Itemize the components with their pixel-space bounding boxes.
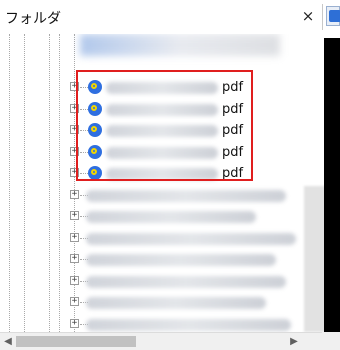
tree-guide-line xyxy=(49,34,50,332)
plus-box-icon[interactable]: + xyxy=(70,318,79,328)
panel-title: フォルダ xyxy=(5,11,61,27)
blurred-filename xyxy=(86,275,286,288)
blurred-row xyxy=(80,34,280,56)
horizontal-scrollbar[interactable]: ◀ ▶ xyxy=(0,332,322,350)
tree-row[interactable]: + xyxy=(68,293,322,315)
adjacent-dark-panel xyxy=(324,38,340,332)
header-divider xyxy=(322,4,323,30)
blurred-filename xyxy=(86,297,266,309)
plus-box-icon[interactable]: + xyxy=(70,189,79,199)
selection-highlight-box xyxy=(76,70,253,181)
scrollbar-corner xyxy=(322,332,340,350)
folder-tree[interactable]: + pdf + pdf + pdf + pdf + pdf + + + + + … xyxy=(0,34,322,332)
tree-row[interactable]: + xyxy=(68,250,322,272)
plus-box-icon[interactable]: + xyxy=(70,254,79,263)
blurred-filename xyxy=(86,318,291,331)
plus-box-icon[interactable]: + xyxy=(70,275,79,285)
tree-row[interactable]: + xyxy=(68,186,322,208)
tree-row[interactable]: + xyxy=(68,315,322,333)
blurred-filename xyxy=(86,211,256,223)
scroll-right-icon[interactable]: ▶ xyxy=(286,333,302,350)
tree-guide-line xyxy=(9,34,10,332)
plus-box-icon[interactable]: + xyxy=(70,297,79,306)
tree-guide-line xyxy=(24,34,25,332)
adjacent-tab[interactable] xyxy=(326,6,340,26)
blurred-filename xyxy=(86,254,276,266)
tree-row[interactable]: + xyxy=(68,272,322,294)
panel-header: フォルダ × xyxy=(0,0,340,34)
close-icon[interactable]: × xyxy=(300,8,316,24)
tree-guide-line xyxy=(59,34,60,332)
blurred-filename xyxy=(86,232,296,245)
plus-box-icon[interactable]: + xyxy=(70,232,79,242)
scrollbar-thumb[interactable] xyxy=(16,336,136,347)
blurred-filename xyxy=(86,189,286,202)
tree-row[interactable]: + xyxy=(68,207,322,229)
tree-row[interactable]: + xyxy=(68,229,322,251)
plus-box-icon[interactable]: + xyxy=(70,211,79,220)
scroll-left-icon[interactable]: ◀ xyxy=(0,333,16,350)
tab-icon xyxy=(329,10,340,22)
